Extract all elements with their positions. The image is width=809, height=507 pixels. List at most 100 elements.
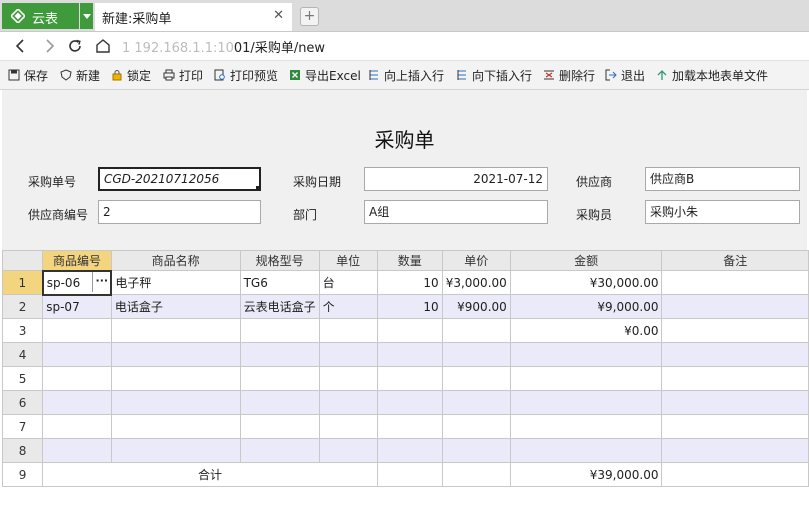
product-code-cell[interactable]: sp-07 bbox=[42, 294, 112, 319]
unit-price-cell[interactable] bbox=[441, 342, 511, 367]
print-preview-button[interactable]: 打印预览 bbox=[214, 61, 278, 89]
quantity-cell[interactable] bbox=[376, 366, 443, 391]
save-button[interactable]: 保存 bbox=[8, 61, 48, 89]
app-dropdown-button[interactable] bbox=[80, 3, 93, 29]
unit-price-cell[interactable] bbox=[441, 318, 511, 343]
unit-price-cell[interactable]: ¥3,000.00 bbox=[441, 270, 511, 295]
fill-handle[interactable] bbox=[256, 186, 259, 189]
print-button[interactable]: 打印 bbox=[163, 61, 203, 89]
amount-cell[interactable] bbox=[509, 414, 663, 439]
product-name-cell[interactable] bbox=[110, 390, 241, 415]
column-header[interactable]: 备注 bbox=[661, 250, 809, 271]
quantity-cell[interactable] bbox=[376, 414, 443, 439]
spec-cell[interactable] bbox=[239, 318, 320, 343]
product-name-cell[interactable] bbox=[110, 438, 241, 463]
remark-cell[interactable] bbox=[661, 318, 809, 343]
column-header[interactable]: 数量 bbox=[376, 250, 443, 271]
unit-cell[interactable] bbox=[318, 366, 378, 391]
delete-row-button[interactable]: 删除行 bbox=[543, 61, 595, 89]
row-number[interactable]: 3 bbox=[1, 318, 44, 343]
unit-price-cell[interactable] bbox=[441, 390, 511, 415]
unit-cell[interactable]: 台 bbox=[318, 270, 378, 295]
exit-button[interactable]: 退出 bbox=[605, 61, 645, 89]
more-options-icon[interactable]: ··· bbox=[92, 272, 110, 292]
quantity-cell[interactable] bbox=[376, 318, 443, 343]
product-name-cell[interactable] bbox=[110, 414, 241, 439]
quantity-cell[interactable] bbox=[376, 438, 443, 463]
amount-cell[interactable]: ¥30,000.00 bbox=[509, 270, 663, 295]
amount-cell[interactable]: ¥9,000.00 bbox=[509, 294, 663, 319]
home-icon[interactable] bbox=[94, 37, 112, 55]
unit-price-cell[interactable] bbox=[441, 366, 511, 391]
row-number[interactable]: 2 bbox=[1, 294, 44, 319]
product-code-cell[interactable] bbox=[42, 390, 112, 415]
product-code-cell[interactable] bbox=[42, 414, 112, 439]
row-number[interactable]: 1 bbox=[1, 270, 44, 295]
product-code-cell[interactable] bbox=[42, 318, 112, 343]
new-tab-button[interactable]: + bbox=[300, 7, 319, 26]
tab-new-purchase-order[interactable]: 新建:采购单 ✕ bbox=[95, 3, 292, 31]
spec-cell[interactable] bbox=[239, 390, 320, 415]
column-header[interactable]: 单位 bbox=[318, 250, 378, 271]
remark-cell[interactable] bbox=[661, 342, 809, 367]
row-number[interactable]: 8 bbox=[1, 438, 44, 463]
column-header[interactable]: 单价 bbox=[441, 250, 511, 271]
remark-cell[interactable] bbox=[661, 390, 809, 415]
quantity-cell[interactable]: 10 bbox=[376, 270, 443, 295]
corner-cell[interactable] bbox=[1, 250, 44, 271]
close-icon[interactable]: ✕ bbox=[273, 8, 284, 23]
unit-price-cell[interactable]: ¥900.00 bbox=[441, 294, 511, 319]
app-menu-button[interactable]: 云表 bbox=[2, 3, 79, 29]
quantity-cell[interactable] bbox=[376, 390, 443, 415]
unit-cell[interactable] bbox=[318, 390, 378, 415]
url-field[interactable]: 1 192.168.1.1:1001/采购单/new bbox=[122, 37, 325, 56]
row-number[interactable]: 5 bbox=[1, 366, 44, 391]
quantity-cell[interactable] bbox=[376, 342, 443, 367]
new-button[interactable]: 新建 bbox=[60, 61, 100, 89]
buyer-field[interactable]: 采购小朱 bbox=[645, 200, 800, 224]
column-header[interactable]: 商品名称 bbox=[110, 250, 241, 271]
order-number-field[interactable]: CGD-20210712056 bbox=[98, 167, 261, 191]
remark-cell[interactable] bbox=[661, 294, 809, 319]
quantity-cell[interactable]: 10 bbox=[376, 294, 443, 319]
spec-cell[interactable]: TG6 bbox=[239, 270, 320, 295]
supplier-code-field[interactable]: 2 bbox=[98, 200, 261, 224]
product-code-cell[interactable] bbox=[42, 366, 112, 391]
unit-cell[interactable]: 个 bbox=[318, 294, 378, 319]
remark-cell[interactable] bbox=[661, 438, 809, 463]
remark-cell[interactable] bbox=[661, 366, 809, 391]
load-local-form-button[interactable]: 加载本地表单文件 bbox=[656, 61, 768, 89]
export-excel-button[interactable]: 导出Excel bbox=[289, 61, 361, 89]
amount-cell[interactable] bbox=[509, 390, 663, 415]
product-name-cell[interactable] bbox=[110, 366, 241, 391]
column-header[interactable]: 规格型号 bbox=[239, 250, 320, 271]
row-number[interactable]: 6 bbox=[1, 390, 44, 415]
unit-cell[interactable] bbox=[318, 318, 378, 343]
amount-cell[interactable] bbox=[509, 366, 663, 391]
unit-cell[interactable] bbox=[318, 342, 378, 367]
product-name-cell[interactable] bbox=[110, 318, 241, 343]
spec-cell[interactable]: 云表电话盒子 bbox=[239, 294, 320, 319]
forward-icon[interactable] bbox=[40, 37, 58, 55]
unit-cell[interactable] bbox=[318, 438, 378, 463]
amount-cell[interactable] bbox=[509, 342, 663, 367]
spec-cell[interactable] bbox=[239, 342, 320, 367]
product-code-cell[interactable]: sp-06 ··· bbox=[41, 269, 113, 296]
spec-cell[interactable] bbox=[239, 414, 320, 439]
insert-row-above-button[interactable]: 向上插入行 bbox=[368, 61, 444, 89]
column-header[interactable]: 商品编号 bbox=[42, 250, 112, 271]
amount-cell[interactable]: ¥0.00 bbox=[509, 318, 663, 343]
refresh-icon[interactable] bbox=[66, 37, 84, 55]
back-icon[interactable] bbox=[12, 37, 30, 55]
row-number[interactable]: 7 bbox=[1, 414, 44, 439]
column-header[interactable]: 金额 bbox=[509, 250, 663, 271]
unit-price-cell[interactable] bbox=[441, 414, 511, 439]
row-number[interactable]: 4 bbox=[1, 342, 44, 367]
department-field[interactable]: A组 bbox=[364, 200, 548, 224]
lock-button[interactable]: 锁定 bbox=[111, 61, 151, 89]
product-name-cell[interactable]: 电子秤 bbox=[110, 270, 241, 295]
remark-cell[interactable] bbox=[661, 414, 809, 439]
product-name-cell[interactable] bbox=[110, 342, 241, 367]
row-number[interactable]: 9 bbox=[1, 462, 44, 487]
product-code-cell[interactable] bbox=[42, 438, 112, 463]
